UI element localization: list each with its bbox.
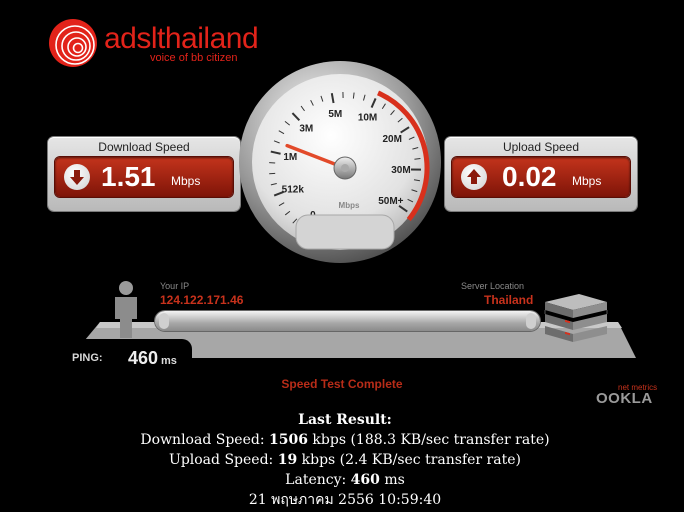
your-ip-value: 124.122.171.46 xyxy=(160,293,244,307)
upload-speed-title: Upload Speed xyxy=(502,140,580,154)
download-speed-panel: Download Speed 1.51 Mbps xyxy=(48,137,240,211)
result-download-line: Download Speed: 1506 kbps (188.3 KB/sec … xyxy=(0,430,684,450)
result-upload-line: Upload Speed: 19 kbps (2.4 KB/sec transf… xyxy=(0,450,684,470)
ookla-name: OOKLA xyxy=(596,390,653,407)
result-upload-prefix: Upload Speed: xyxy=(169,452,278,468)
logo-tagline: voice of bb citizen xyxy=(150,52,238,64)
upload-arrow-icon xyxy=(461,164,487,190)
ookla-logo: net metrics OOKLA xyxy=(596,383,666,409)
last-result-title: Last Result: xyxy=(298,412,392,428)
upload-speed-display: 0.02 Mbps xyxy=(452,157,630,197)
gauge-hub-center xyxy=(341,164,349,172)
upload-speed-panel: Upload Speed 0.02 Mbps xyxy=(445,137,637,211)
result-latency-prefix: Latency: xyxy=(285,472,351,488)
speed-gauge: 0512k1M3M5M10M20M30M50M+ Mbps xyxy=(239,61,441,263)
result-download-prefix: Download Speed: xyxy=(140,432,269,448)
test-status: Speed Test Complete xyxy=(281,377,403,391)
user-figure-icon xyxy=(115,281,137,338)
upload-speed-value: 0.02 xyxy=(502,161,557,192)
result-timestamp: 21 พฤษภาคม 2556 10:59:40 xyxy=(248,492,442,508)
download-speed-unit: Mbps xyxy=(171,174,201,188)
gauge-tick xyxy=(352,92,355,99)
result-latency-value: 460 xyxy=(350,472,380,488)
gauge-tick-label: 5M xyxy=(328,109,342,120)
result-latency-line: Latency: 460 ms xyxy=(0,470,684,490)
gauge-tick-label: 20M xyxy=(383,134,402,145)
connection-track-bar xyxy=(155,311,540,331)
your-ip-label: Your IP xyxy=(160,281,190,291)
last-result-summary: Last Result: Download Speed: 1506 kbps (… xyxy=(0,410,684,510)
result-download-value: 1506 xyxy=(269,432,308,448)
ping-unit: ms xyxy=(161,355,177,367)
gauge-tick-label: 30M xyxy=(391,165,410,176)
result-upload-suffix: kbps (2.4 KB/sec transfer rate) xyxy=(297,452,521,468)
gauge-unit: Mbps xyxy=(339,201,360,210)
adslthailand-logo-mark xyxy=(49,19,97,67)
result-latency-suffix: ms xyxy=(379,472,405,488)
server-location-value: Thailand xyxy=(484,293,534,307)
download-arrow-icon xyxy=(64,164,90,190)
logo-name: adslthailand xyxy=(104,22,259,55)
download-speed-title: Download Speed xyxy=(98,140,190,154)
server-icon xyxy=(544,294,608,342)
download-speed-display: 1.51 Mbps xyxy=(55,157,233,197)
gauge-tick-label: 512k xyxy=(282,184,305,195)
result-download-suffix: kbps (188.3 KB/sec transfer rate) xyxy=(307,432,550,448)
gauge-tick-label: 10M xyxy=(358,113,377,124)
gauge-tick-label: 50M+ xyxy=(378,196,403,207)
server-location-label: Server Location xyxy=(461,281,525,291)
result-upload-value: 19 xyxy=(277,452,298,468)
ping-value: 460 xyxy=(128,348,159,368)
gauge-tick-label: 3M xyxy=(299,124,313,135)
gauge-tick-label: 1M xyxy=(283,152,297,163)
upload-speed-unit: Mbps xyxy=(572,174,602,188)
download-speed-value: 1.51 xyxy=(101,161,156,192)
gauge-readout-window xyxy=(295,214,395,250)
ping-label: PING: xyxy=(72,352,103,364)
